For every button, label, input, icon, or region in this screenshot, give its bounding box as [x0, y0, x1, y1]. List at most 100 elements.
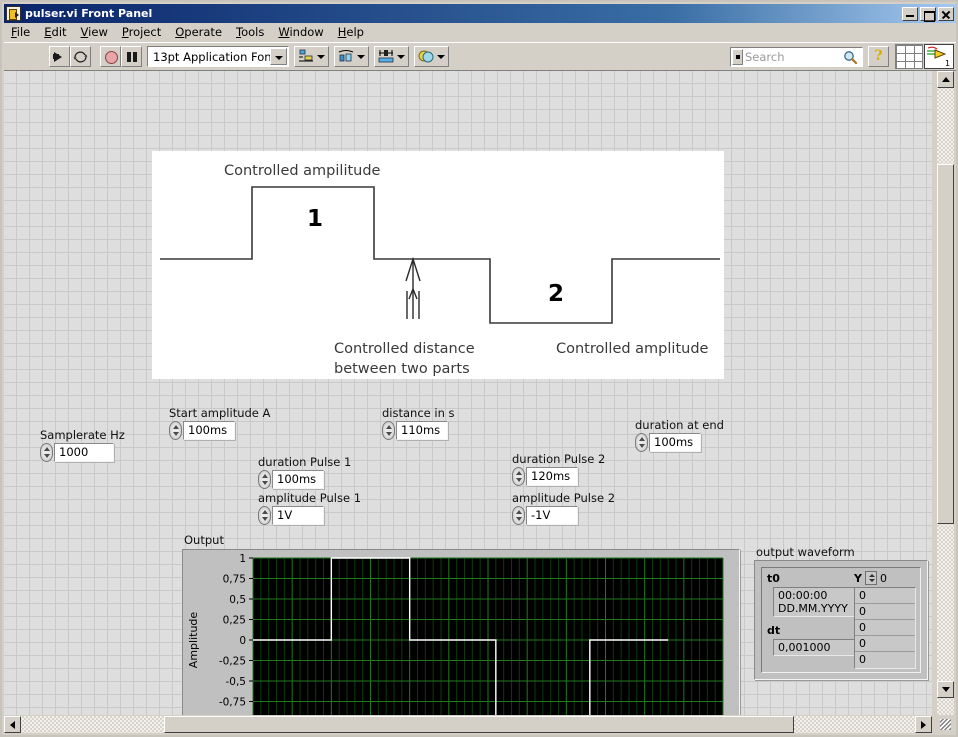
chevron-down-icon — [437, 54, 445, 59]
control-duration-pulse-1[interactable]: duration Pulse 1 100ms — [258, 456, 351, 489]
stepper-start-amplitude-a[interactable] — [169, 421, 182, 440]
input-samplerate-hz[interactable]: 1000 — [54, 443, 114, 462]
y-array-indicator[interactable]: Y 0 00000 — [854, 571, 916, 669]
stepper-up-icon[interactable] — [262, 510, 268, 514]
pause-button[interactable] — [121, 46, 142, 67]
minimize-button[interactable] — [902, 6, 918, 21]
control-label-duration-pulse-1: duration Pulse 1 — [258, 455, 352, 469]
horizontal-scrollbar-thumb[interactable] — [164, 716, 794, 733]
input-amplitude-pulse-1[interactable]: 1V — [272, 506, 324, 525]
run-continuously-button[interactable] — [70, 46, 91, 67]
run-button[interactable] — [49, 46, 70, 67]
stepper-duration-at-end[interactable] — [635, 433, 648, 452]
diagram-pulse-2-number: 2 — [548, 281, 564, 307]
input-distance-in-s[interactable]: 110ms — [396, 421, 448, 440]
context-help-button[interactable]: ? — [868, 46, 889, 67]
control-amplitude-pulse-2[interactable]: amplitude Pulse 2 -1V — [512, 492, 615, 525]
control-duration-at-end[interactable]: duration at end 100ms — [635, 419, 724, 452]
toolbar: 13pt Application Font Search ? 1 — [4, 42, 956, 71]
front-panel-canvas[interactable]: Controlled ampilitude 1 2 Controlled dis… — [4, 71, 932, 715]
font-selector[interactable]: 13pt Application Font — [147, 46, 289, 67]
menu-item-operate[interactable]: Operate — [168, 23, 229, 41]
connector-pane[interactable] — [895, 44, 923, 69]
close-button[interactable] — [938, 6, 954, 21]
control-label-start-amplitude-a: Start amplitude A — [169, 406, 271, 420]
stepper-samplerate-hz[interactable] — [40, 443, 53, 462]
input-amplitude-pulse-2[interactable]: -1V — [526, 506, 578, 525]
chevron-down-icon[interactable] — [270, 48, 287, 65]
stepper-down-icon[interactable] — [386, 432, 392, 436]
input-duration-at-end[interactable]: 100ms — [649, 433, 701, 452]
y-array-cell: 0 — [855, 604, 915, 620]
menu-item-window[interactable]: Window — [271, 23, 330, 41]
control-duration-pulse-2[interactable]: duration Pulse 2 120ms — [512, 453, 605, 486]
stepper-down-icon[interactable] — [173, 432, 179, 436]
input-duration-pulse-2[interactable]: 120ms — [526, 467, 578, 486]
align-objects-icon — [297, 48, 315, 65]
control-distance-in-s[interactable]: distance in s 110ms — [382, 407, 455, 440]
menu-item-view[interactable]: View — [74, 23, 115, 41]
stepper-down-icon[interactable] — [516, 517, 522, 521]
stepper-duration-pulse-1[interactable] — [258, 470, 271, 489]
stepper-up-icon[interactable] — [386, 425, 392, 429]
vertical-scrollbar[interactable] — [937, 71, 954, 715]
align-objects-button[interactable] — [294, 46, 329, 67]
stepper-up-icon[interactable] — [516, 510, 522, 514]
distribute-objects-icon — [337, 48, 355, 65]
maximize-button[interactable] — [920, 6, 936, 22]
control-samplerate-hz[interactable]: Samplerate Hz 1000 — [40, 429, 125, 462]
menu-item-edit[interactable]: Edit — [37, 23, 73, 41]
menu-item-help[interactable]: Help — [331, 23, 371, 41]
control-amplitude-pulse-1[interactable]: amplitude Pulse 1 1V — [258, 492, 361, 525]
y-tick-label: 0,5 — [229, 594, 246, 606]
output-waveform-cluster[interactable]: t0 00:00:00 DD.MM.YYYY dt 0,001000 Y 0 0… — [754, 560, 928, 680]
horizontal-scrollbar[interactable] — [4, 716, 932, 733]
scroll-right-button[interactable] — [915, 716, 932, 733]
svg-text:1: 1 — [945, 59, 950, 68]
stepper-up-icon[interactable] — [262, 474, 268, 478]
search-input[interactable]: Search — [730, 46, 863, 67]
menu-item-file[interactable]: File — [4, 23, 37, 41]
stepper-distance-in-s[interactable] — [382, 421, 395, 440]
font-selector-value: 13pt Application Font — [153, 49, 277, 64]
reorder-button[interactable] — [414, 46, 449, 67]
dt-indicator: 0,001000 — [773, 639, 865, 656]
stepper-up-icon[interactable] — [516, 471, 522, 475]
menu-item-tools[interactable]: Tools — [229, 23, 271, 41]
scroll-down-button[interactable] — [937, 681, 954, 698]
stepper-duration-pulse-2[interactable] — [512, 467, 525, 486]
y-array-cell: 0 — [855, 652, 915, 668]
y-label: Y — [854, 571, 862, 585]
resize-objects-button[interactable] — [374, 46, 409, 67]
vertical-scrollbar-thumb[interactable] — [937, 164, 954, 524]
vi-icon-pane[interactable]: 1 — [924, 44, 954, 69]
input-duration-pulse-1[interactable]: 100ms — [272, 470, 324, 489]
abort-execution-button[interactable] — [100, 46, 121, 67]
stepper-down-icon[interactable] — [262, 481, 268, 485]
control-start-amplitude-a[interactable]: Start amplitude A 100ms — [169, 407, 270, 440]
scroll-up-button[interactable] — [937, 71, 954, 88]
graph-body[interactable]: 10,750,50,250-0,25-0,5-0,75-100,050,10,1… — [182, 549, 740, 715]
input-start-amplitude-a[interactable]: 100ms — [183, 421, 235, 440]
scroll-left-button[interactable] — [4, 716, 21, 733]
stepper-up-icon[interactable] — [639, 437, 645, 441]
stepper-down-icon[interactable] — [516, 478, 522, 482]
stepper-up-icon[interactable] — [173, 425, 179, 429]
control-label-duration-pulse-2: duration Pulse 2 — [512, 452, 606, 466]
search-options-icon[interactable] — [732, 48, 743, 65]
stepper-down-icon[interactable] — [639, 444, 645, 448]
array-index-value: 0 — [879, 571, 887, 585]
array-index-stepper[interactable] — [864, 571, 877, 585]
vi-window-icon — [6, 6, 21, 21]
graph-plot[interactable]: 10,750,50,250-0,25-0,5-0,75-100,050,10,1… — [183, 550, 739, 715]
stepper-up-icon[interactable] — [44, 447, 50, 451]
y-tick-label: 0 — [239, 635, 246, 647]
stepper-amplitude-pulse-1[interactable] — [258, 506, 271, 525]
stepper-down-icon[interactable] — [262, 517, 268, 521]
stepper-amplitude-pulse-2[interactable] — [512, 506, 525, 525]
resize-grip[interactable] — [937, 716, 954, 733]
stepper-down-icon[interactable] — [44, 454, 50, 458]
distribute-objects-button[interactable] — [334, 46, 369, 67]
menu-item-project[interactable]: Project — [115, 23, 168, 41]
output-waveform-graph[interactable]: 10,750,50,250-0,25-0,5-0,75-100,050,10,1… — [182, 549, 740, 715]
